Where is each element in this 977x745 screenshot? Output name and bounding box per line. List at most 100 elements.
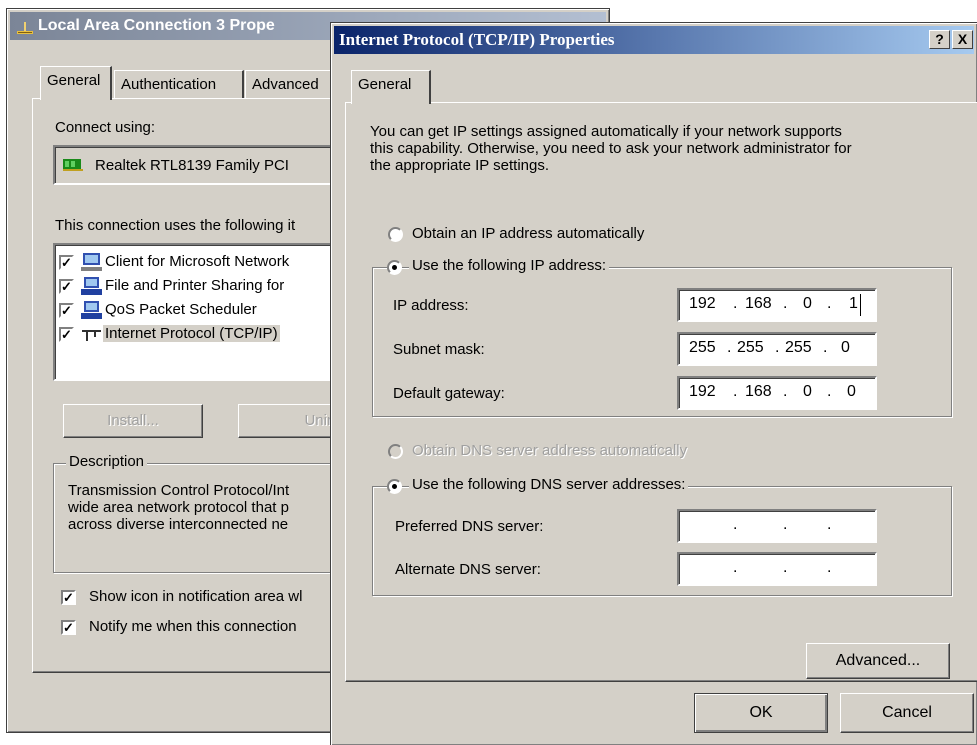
dialog-titlebar[interactable]: Internet Protocol (TCP/IP) Properties ? … xyxy=(334,26,974,54)
alternate-dns-label: Alternate DNS server: xyxy=(395,561,541,578)
ip-octet: 0 xyxy=(841,339,850,356)
ip-dot: . xyxy=(823,339,828,356)
ip-dot: . xyxy=(727,339,732,356)
text-cursor xyxy=(860,294,861,316)
ip-address-group: Use the following IP address: IP address… xyxy=(372,257,952,417)
show-icon-checkbox[interactable]: ✓ xyxy=(61,590,76,605)
tab-general-left[interactable]: General xyxy=(40,66,112,100)
ip-octet: 255 xyxy=(737,339,764,356)
use-following-ip-label[interactable]: Use the following IP address: xyxy=(409,257,609,274)
obtain-dns-auto-label[interactable]: Obtain DNS server address automatically xyxy=(412,442,687,459)
tab-label: General xyxy=(47,72,101,89)
ip-dot: . xyxy=(827,559,832,576)
ip-dot: . xyxy=(827,295,832,312)
use-following-ip-radio[interactable] xyxy=(387,260,402,275)
tcpip-properties-dialog: Internet Protocol (TCP/IP) Properties ? … xyxy=(330,22,977,745)
ip-octet: 255 xyxy=(689,339,716,356)
intro-line: You can get IP settings assigned automat… xyxy=(370,123,842,140)
component-label: Client for Microsoft Network xyxy=(105,253,290,270)
ip-octet: 0 xyxy=(803,383,812,400)
cancel-button[interactable]: Cancel xyxy=(840,693,974,733)
ip-dot: . xyxy=(775,339,780,356)
cancel-label: Cancel xyxy=(882,704,932,721)
qos-scheduler-icon xyxy=(81,300,103,324)
ip-dot: . xyxy=(783,383,788,400)
ip-address-label: IP address: xyxy=(393,297,469,314)
description-text: Transmission Control Protocol/Int wide a… xyxy=(68,482,289,533)
default-gateway-field[interactable]: 192 . 168 . 0 . 0 xyxy=(677,376,877,410)
ip-octet: 168 xyxy=(745,295,772,312)
ip-dot: . xyxy=(733,295,738,312)
intro-line: this capability. Otherwise, you need to … xyxy=(370,140,852,157)
subnet-mask-field[interactable]: 255 . 255 . 255 . 0 xyxy=(677,332,877,366)
ip-dot: . xyxy=(783,516,788,533)
component-checkbox[interactable]: ✓ xyxy=(59,255,74,270)
install-label: Install... xyxy=(107,412,159,429)
ip-address-field[interactable]: 192 . 168 . 0 . 1 xyxy=(677,288,877,322)
notify-label: Notify me when this connection xyxy=(89,618,297,635)
ip-octet: 0 xyxy=(803,295,812,312)
ip-dot: . xyxy=(783,295,788,312)
ip-octet: 168 xyxy=(745,383,772,400)
component-checkbox[interactable]: ✓ xyxy=(59,327,74,342)
use-following-dns-radio[interactable] xyxy=(387,479,402,494)
component-label: QoS Packet Scheduler xyxy=(105,301,257,318)
description-line: Transmission Control Protocol/Int xyxy=(68,482,290,499)
dialog-title: Internet Protocol (TCP/IP) Properties xyxy=(339,30,615,49)
obtain-ip-auto-label[interactable]: Obtain an IP address automatically xyxy=(412,225,644,242)
notify-checkbox[interactable]: ✓ xyxy=(61,620,76,635)
advanced-label: Advanced... xyxy=(835,652,921,669)
intro-text: You can get IP settings assigned automat… xyxy=(370,123,852,174)
help-button[interactable]: ? xyxy=(929,30,950,49)
component-checkbox[interactable]: ✓ xyxy=(59,279,74,294)
dns-server-group: Use the following DNS server addresses: … xyxy=(372,476,952,596)
ip-dot: . xyxy=(783,559,788,576)
file-printer-sharing-icon xyxy=(81,276,103,300)
ip-dot: . xyxy=(827,516,832,533)
dialog-tab-panel: You can get IP settings assigned automat… xyxy=(345,102,977,682)
obtain-dns-auto-radio[interactable] xyxy=(388,444,403,459)
ip-octet: 192 xyxy=(689,295,716,312)
subnet-mask-label: Subnet mask: xyxy=(393,341,485,358)
ip-octet: 255 xyxy=(785,339,812,356)
description-heading: Description xyxy=(66,453,148,470)
ip-octet: 0 xyxy=(847,383,856,400)
ip-octet: 192 xyxy=(689,383,716,400)
tab-general[interactable]: General xyxy=(351,70,431,104)
components-label: This connection uses the following it xyxy=(55,217,296,234)
ok-button[interactable]: OK xyxy=(694,693,828,733)
close-button[interactable]: X xyxy=(952,30,973,49)
ok-label: OK xyxy=(749,704,773,721)
ip-octet: 1 xyxy=(849,295,858,312)
install-button[interactable]: Install... xyxy=(63,404,203,438)
preferred-dns-label: Preferred DNS server: xyxy=(395,518,544,535)
tab-label: General xyxy=(358,76,412,93)
protocol-icon xyxy=(81,327,103,347)
description-line: across diverse interconnected ne xyxy=(68,516,289,533)
tab-authentication[interactable]: Authentication xyxy=(114,70,244,100)
network-client-icon xyxy=(81,252,103,276)
description-line: wide area network protocol that p xyxy=(68,499,289,516)
default-gateway-label: Default gateway: xyxy=(393,385,505,402)
tab-label: Advanced xyxy=(252,76,319,93)
use-following-dns-label[interactable]: Use the following DNS server addresses: xyxy=(409,476,689,493)
show-icon-label: Show icon in notification area wl xyxy=(89,588,303,605)
obtain-ip-auto-radio[interactable] xyxy=(388,227,403,242)
ip-dot: . xyxy=(733,559,738,576)
intro-line: the appropriate IP settings. xyxy=(370,157,550,174)
component-label: File and Printer Sharing for xyxy=(105,277,285,294)
left-window-title: Local Area Connection 3 Prope xyxy=(38,17,275,34)
network-adapter-icon xyxy=(63,158,85,176)
component-checkbox[interactable]: ✓ xyxy=(59,303,74,318)
adapter-name: Realtek RTL8139 Family PCI xyxy=(95,157,289,174)
tab-label: Authentication xyxy=(121,76,217,93)
alternate-dns-field[interactable]: . . . xyxy=(677,552,877,586)
ip-dot: . xyxy=(733,516,738,533)
ip-dot: . xyxy=(827,383,832,400)
component-label: Internet Protocol (TCP/IP) xyxy=(103,325,280,342)
advanced-button[interactable]: Advanced... xyxy=(806,643,950,679)
network-connection-icon xyxy=(16,18,34,34)
connect-using-label: Connect using: xyxy=(55,119,156,136)
ip-dot: . xyxy=(733,383,738,400)
preferred-dns-field[interactable]: . . . xyxy=(677,509,877,543)
